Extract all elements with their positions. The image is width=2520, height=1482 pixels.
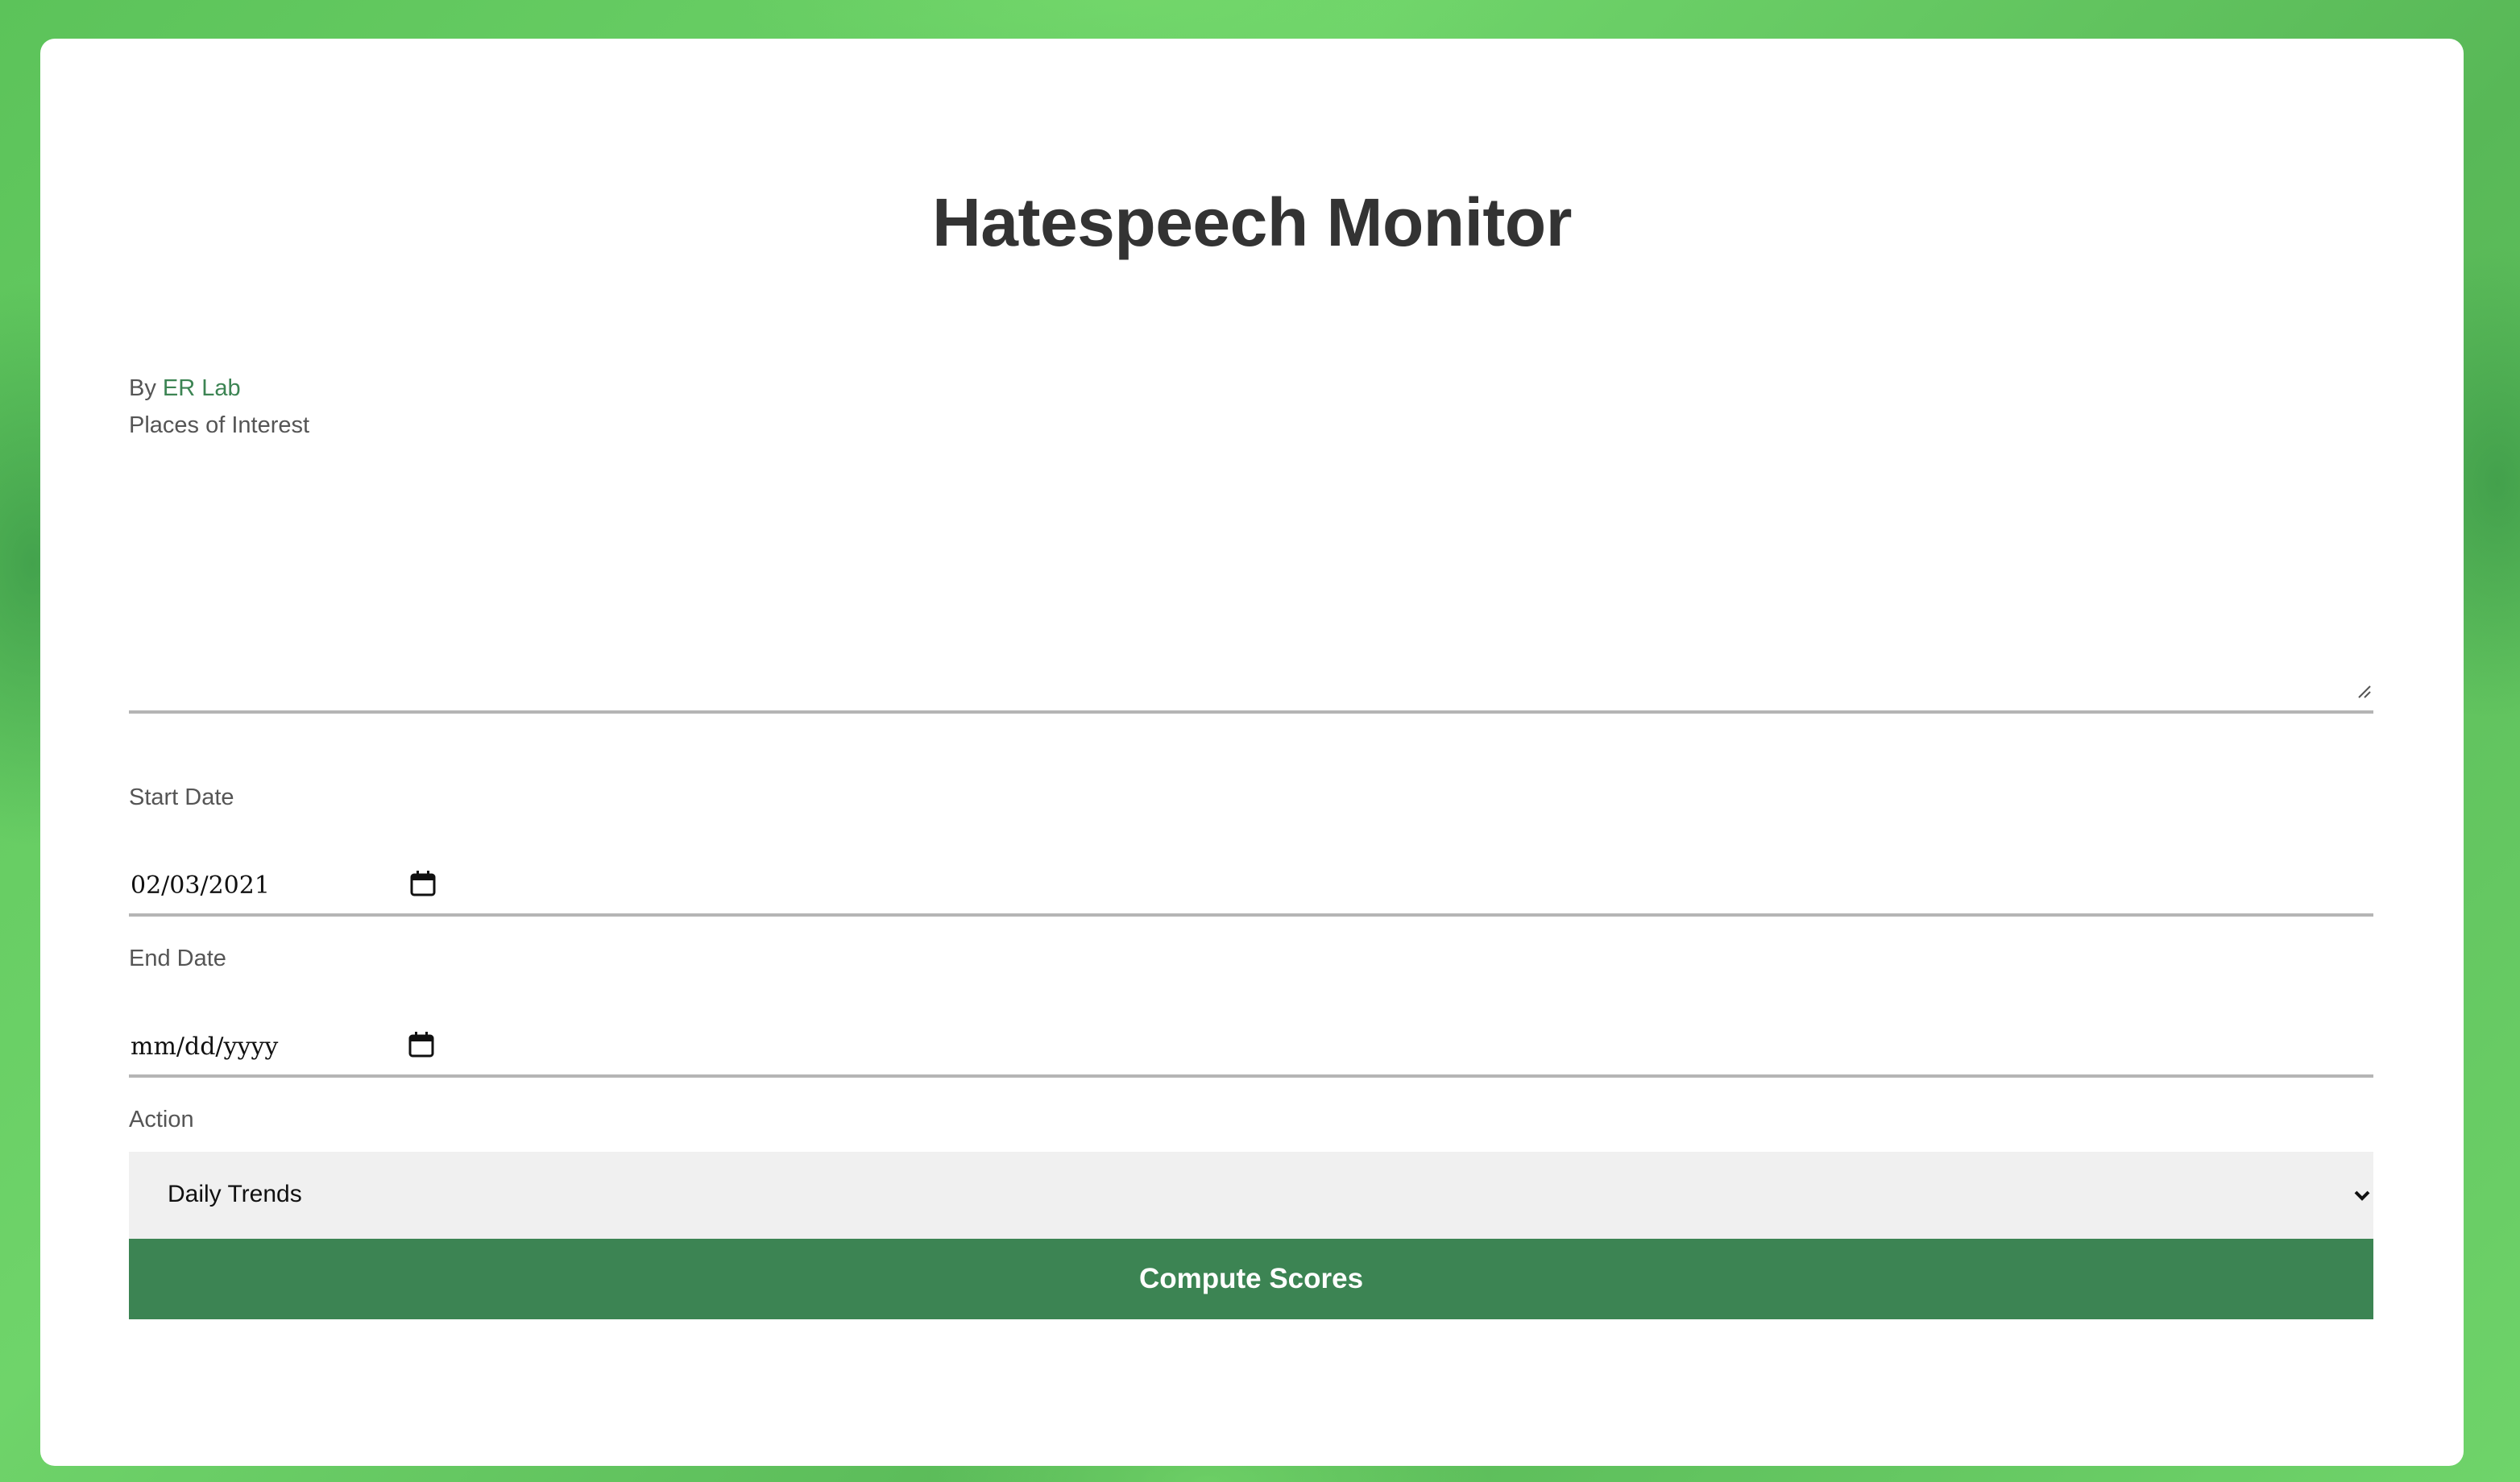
places-of-interest-label: Places of Interest [129,412,310,438]
action-label: Action [129,1107,194,1132]
resize-handle-icon[interactable] [2357,685,2372,699]
end-date-placeholder: mm/dd/yyyy [131,1033,279,1061]
action-selected-value: Daily Trends [168,1181,302,1207]
calendar-icon[interactable] [409,870,437,897]
chevron-down-icon [2354,1190,2370,1201]
end-date-label: End Date [129,946,226,971]
form-card: Hatespeech Monitor By ER Lab Places of I… [40,39,2464,1466]
er-lab-link[interactable]: ER Lab [163,375,241,401]
page-title: Hatespeech Monitor [932,184,1572,260]
end-date-input[interactable]: mm/dd/yyyy [129,1021,2373,1078]
calendar-icon[interactable] [408,1031,435,1058]
byline-prefix: By [129,375,156,401]
compute-scores-button[interactable]: Compute Scores [129,1239,2373,1319]
start-date-value: 02/03/2021 [131,871,270,900]
start-date-input[interactable]: 02/03/2021 [129,860,2373,917]
places-of-interest-textarea[interactable] [129,490,2373,714]
action-select[interactable]: Daily Trends [129,1152,2373,1239]
start-date-label: Start Date [129,784,234,810]
byline: By ER Lab [129,375,241,402]
